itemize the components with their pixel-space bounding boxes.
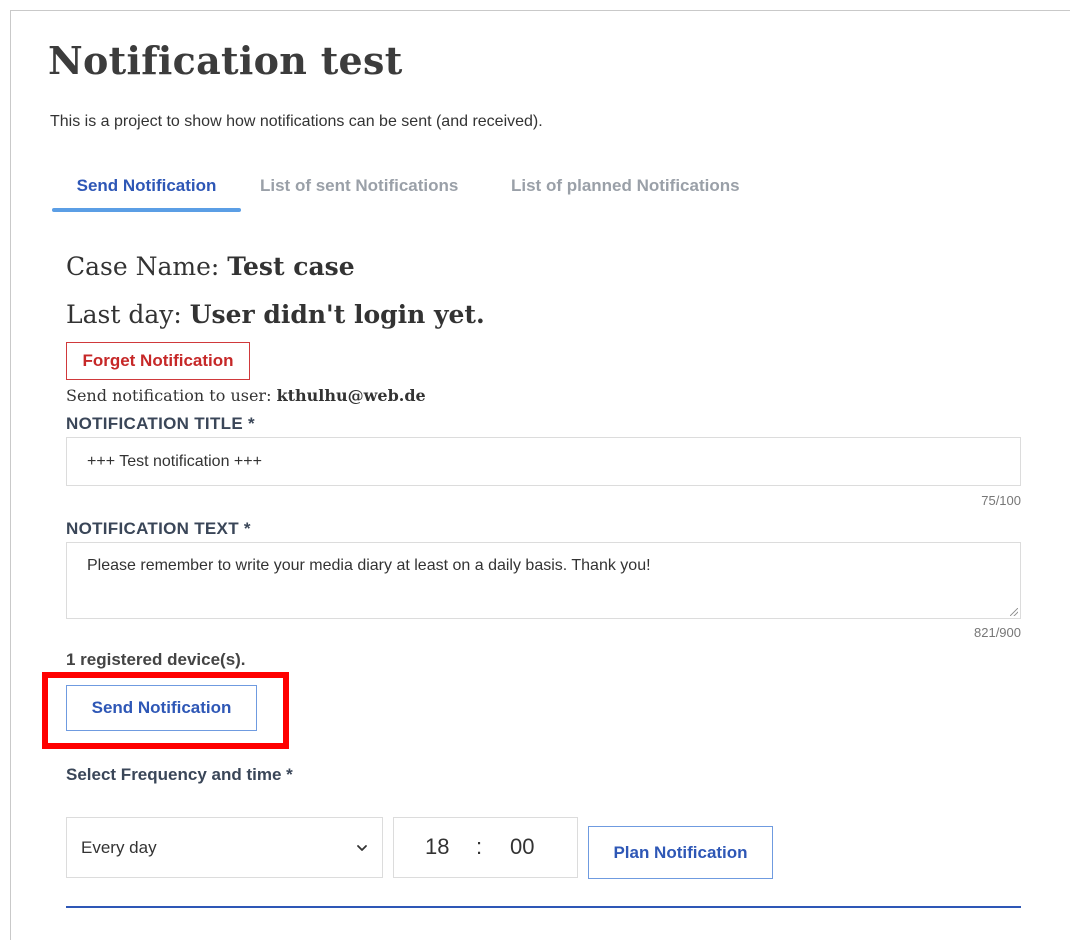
- last-day-value: User didn't login yet.: [189, 300, 485, 329]
- tab-send-notification[interactable]: Send Notification: [52, 168, 241, 214]
- recipient-email: kthulhu@web.de: [276, 386, 426, 405]
- notification-title-value: +++ Test notification +++: [87, 452, 262, 470]
- time-separator: :: [476, 834, 483, 859]
- send-notification-button[interactable]: Send Notification: [66, 685, 257, 731]
- notification-text-label: NOTIFICATION TEXT *: [66, 519, 251, 538]
- resize-handle-icon[interactable]: [1010, 608, 1018, 616]
- recipient-line: Send notification to user: kthulhu@web.d…: [66, 386, 426, 405]
- notification-title-input[interactable]: +++ Test notification +++: [66, 437, 1021, 486]
- case-name-label: Case Name:: [66, 252, 220, 281]
- time-input[interactable]: 18 : 00: [393, 817, 578, 878]
- tab-planned-notifications[interactable]: List of planned Notifications: [511, 168, 740, 214]
- last-day-label: Last day:: [66, 300, 182, 329]
- frequency-select[interactable]: Every day: [66, 817, 383, 878]
- frequency-time-label: Select Frequency and time *: [66, 765, 293, 784]
- page-title: Notification test: [48, 38, 403, 83]
- frame-border-top: [10, 10, 1070, 11]
- hour-field[interactable]: 18: [425, 834, 449, 860]
- chevron-down-icon: [357, 844, 367, 851]
- tab-label: Send Notification: [76, 176, 217, 195]
- last-day: Last day: User didn't login yet.: [66, 300, 485, 329]
- case-name: Case Name: Test case: [66, 252, 355, 281]
- notification-title-label: NOTIFICATION TITLE *: [66, 414, 255, 433]
- case-name-value: Test case: [227, 252, 355, 281]
- tab-sent-notifications[interactable]: List of sent Notifications: [260, 168, 458, 214]
- notification-text-value: Please remember to write your media diar…: [87, 557, 651, 574]
- forget-notification-button[interactable]: Forget Notification: [66, 342, 250, 380]
- active-tab-indicator: [52, 208, 241, 212]
- plan-notification-button[interactable]: Plan Notification: [588, 826, 773, 879]
- section-divider: [66, 906, 1021, 908]
- frame-border-left: [10, 10, 11, 940]
- notification-text-area[interactable]: Please remember to write your media diar…: [66, 542, 1021, 619]
- frequency-selected-value: Every day: [81, 837, 157, 857]
- minute-field[interactable]: 00: [510, 834, 534, 860]
- text-char-counter: 821/900: [974, 625, 1021, 640]
- recipient-label: Send notification to user:: [66, 386, 272, 405]
- registered-devices-text: 1 registered device(s).: [66, 650, 246, 669]
- title-char-counter: 75/100: [981, 493, 1021, 508]
- page-description: This is a project to show how notificati…: [50, 113, 543, 130]
